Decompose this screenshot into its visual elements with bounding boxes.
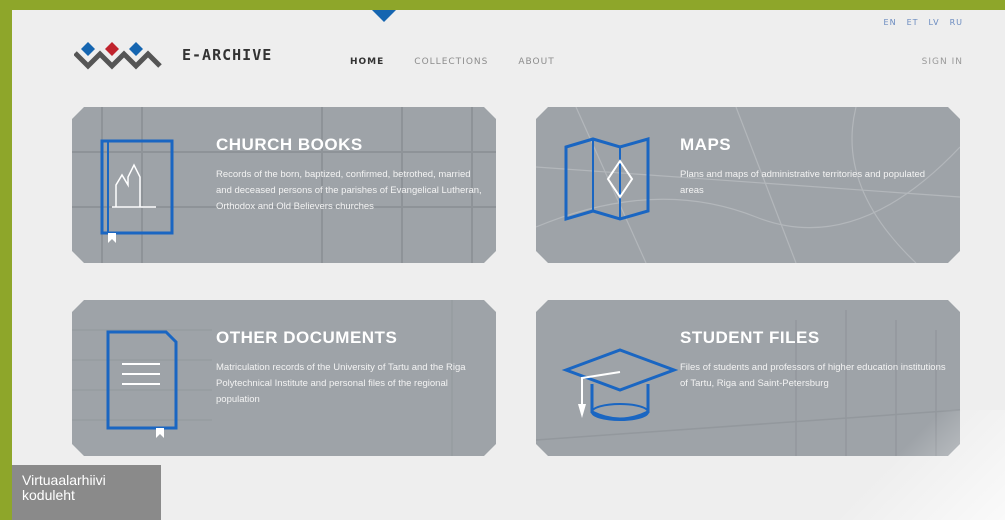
sign-in-link[interactable]: SIGN IN — [922, 57, 963, 67]
logo-diamonds-icon — [74, 42, 162, 70]
document-icon — [94, 328, 184, 438]
nav-home[interactable]: HOME — [350, 57, 384, 67]
nav-about[interactable]: ABOUT — [518, 57, 554, 67]
graduation-cap-icon — [558, 328, 678, 428]
site-logo[interactable]: E-ARCHIVE — [74, 40, 272, 70]
brand-name: E-ARCHIVE — [182, 46, 273, 64]
lang-ru-link[interactable]: RU — [950, 18, 963, 27]
card-description: Files of students and professors of high… — [680, 362, 946, 389]
screen-glare — [825, 410, 1005, 520]
lang-lv-link[interactable]: LV — [929, 18, 940, 27]
nav-collections[interactable]: COLLECTIONS — [414, 57, 488, 67]
card-title: STUDENT FILES — [680, 328, 820, 347]
folded-map-icon — [558, 135, 658, 225]
lang-et-link[interactable]: ET — [907, 18, 919, 27]
church-book-icon — [94, 135, 184, 245]
card-description: Plans and maps of administrative territo… — [680, 169, 926, 196]
caption-text: Virtuaalarhiivi koduleht — [22, 472, 106, 503]
top-marker — [372, 10, 396, 22]
card-title: CHURCH BOOKS — [216, 135, 363, 154]
card-church-books[interactable]: CHURCH BOOKS Records of the born, baptiz… — [72, 107, 496, 263]
card-maps[interactable]: MAPS Plans and maps of administrative te… — [536, 107, 960, 263]
language-switcher: EN ET LV RU — [884, 18, 963, 27]
card-title: OTHER DOCUMENTS — [216, 328, 398, 347]
lang-en-link[interactable]: EN — [884, 18, 897, 27]
main-nav: HOME COLLECTIONS ABOUT — [350, 57, 555, 67]
page-frame: EN ET LV RU E-ARCHIVE HOME COLLECTIONS A… — [12, 10, 1005, 520]
card-title: MAPS — [680, 135, 732, 154]
card-other-documents[interactable]: OTHER DOCUMENTS Matriculation records of… — [72, 300, 496, 456]
card-description: Records of the born, baptized, confirmed… — [216, 169, 482, 212]
card-description: Matriculation records of the University … — [216, 362, 466, 405]
